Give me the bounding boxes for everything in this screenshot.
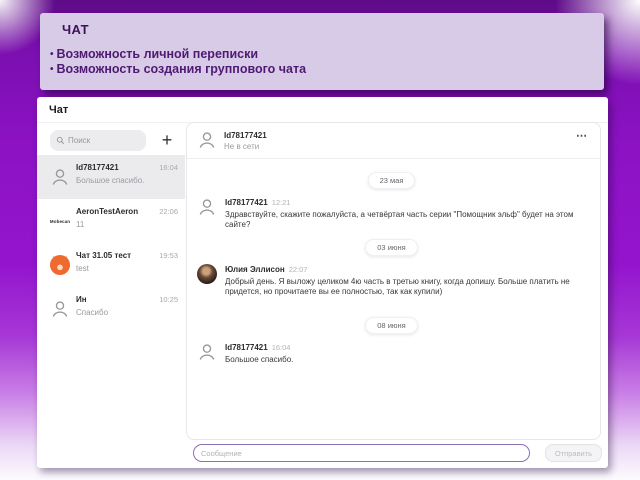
window-title: Чат — [37, 97, 608, 123]
conversation-item-in[interactable]: Ин 10:25 Спасибо — [37, 287, 185, 331]
date-separator: 03 июня — [365, 239, 418, 256]
conversation-time: 22:06 — [159, 207, 178, 216]
plus-icon: + — [161, 130, 173, 150]
mobecan-logo-avatar: Mobecan — [50, 211, 70, 231]
conversation-name: Чат 31.05 тест — [76, 251, 132, 260]
conversation-preview: test — [76, 264, 89, 273]
search-input[interactable]: Поиск — [50, 130, 146, 151]
message-time: 22:07 — [288, 265, 308, 274]
conversation-panel: Id78177421 Не в сети ⋯ 23 мая Id78177421… — [186, 122, 601, 440]
conversation-preview: 11 — [76, 220, 85, 229]
conversation-preview: Спасибо — [76, 308, 109, 317]
more-icon: ⋯ — [576, 130, 588, 142]
conversation-menu-button[interactable]: ⋯ — [576, 129, 588, 142]
slide-header-card: ЧАТ • Возможность личной переписки • Возмо… — [40, 13, 604, 90]
conversation-list: Id78177421 16:04 Большое спасибо. Mobeca… — [37, 155, 185, 331]
message-feed: 23 мая Id78177421 12:21 Здравствуйте, ска… — [187, 159, 600, 365]
date-separator: 23 мая — [367, 172, 416, 189]
date-separator: 08 июня — [365, 317, 418, 334]
add-chat-button[interactable]: + — [155, 127, 179, 153]
conversation-item-id78177421[interactable]: Id78177421 16:04 Большое спасибо. — [37, 155, 185, 199]
search-row: Поиск + — [37, 124, 185, 155]
person-avatar-icon — [52, 169, 68, 185]
chat-window: Чат Поиск + Id78177421 16:04 Большое спа… — [37, 97, 608, 468]
message-author: Id78177421 — [225, 343, 268, 352]
slide-background: ЧАТ • Возможность личной переписки • Возмо… — [0, 0, 640, 480]
message-text: Большое спасибо. — [225, 355, 294, 364]
conversation-time: 19:53 — [159, 251, 178, 260]
chat-sidebar: Поиск + Id78177421 16:04 Большое спасибо… — [37, 124, 185, 468]
slide-bullet-text: Возможность создания группового чата — [56, 62, 307, 76]
person-avatar-icon — [199, 132, 215, 148]
conversation-time: 16:04 — [159, 163, 178, 172]
person-avatar-icon — [52, 301, 68, 317]
conversation-item-aerontestaeron[interactable]: Mobecan AeronTestAeron 22:06 11 — [37, 199, 185, 243]
person-avatar-icon — [199, 344, 215, 360]
slide-bullet: • Возможность создания группового чата — [50, 62, 306, 77]
message-author: Id78177421 — [225, 198, 268, 207]
conversation-header: Id78177421 Не в сети ⋯ — [187, 123, 600, 159]
person-avatar-icon — [199, 199, 215, 215]
fox-avatar-image — [50, 255, 70, 275]
search-placeholder: Поиск — [68, 136, 91, 145]
slide-bullet: • Возможность личной переписки — [50, 47, 306, 62]
peer-status: Не в сети — [224, 142, 260, 151]
slide-bullet-text: Возможность личной переписки — [56, 47, 259, 61]
message-author: Юлия Эллисон — [225, 265, 285, 274]
conversation-preview: Большое спасибо. — [76, 176, 145, 185]
conversation-name: AeronTestAeron — [76, 207, 139, 216]
message: Id78177421 16:04 Большое спасибо. — [197, 342, 586, 365]
conversation-item-chat-3105-test[interactable]: Чат 31.05 тест 19:53 test — [37, 243, 185, 287]
bullet-icon: • — [50, 49, 54, 60]
conversation-name: Id78177421 — [76, 163, 119, 172]
message-time: 16:04 — [271, 343, 291, 352]
slide-bullet-list: • Возможность личной переписки • Возможнос… — [50, 47, 306, 77]
bullet-icon: • — [50, 64, 54, 75]
peer-name: Id78177421 — [224, 131, 267, 140]
conversation-name: Ин — [76, 295, 87, 304]
search-icon — [56, 136, 65, 145]
message-text: Здравствуйте, скажите пожалуйста, а четв… — [225, 210, 574, 229]
message: Юлия Эллисон 22:07 Добрый день. Я выложу … — [197, 264, 586, 297]
message-text: Добрый день. Я выложу целиком 4ю часть в… — [225, 277, 570, 296]
send-button[interactable]: Отправить — [545, 444, 602, 462]
message-input[interactable] — [193, 444, 530, 462]
user-photo-avatar — [197, 264, 217, 284]
message-time: 12:21 — [271, 198, 291, 207]
mobecan-logo-text: Mobecan — [49, 218, 71, 224]
conversation-time: 10:25 — [159, 295, 178, 304]
slide-title: ЧАТ — [62, 22, 90, 37]
message: Id78177421 12:21 Здравствуйте, скажите по… — [197, 197, 586, 230]
